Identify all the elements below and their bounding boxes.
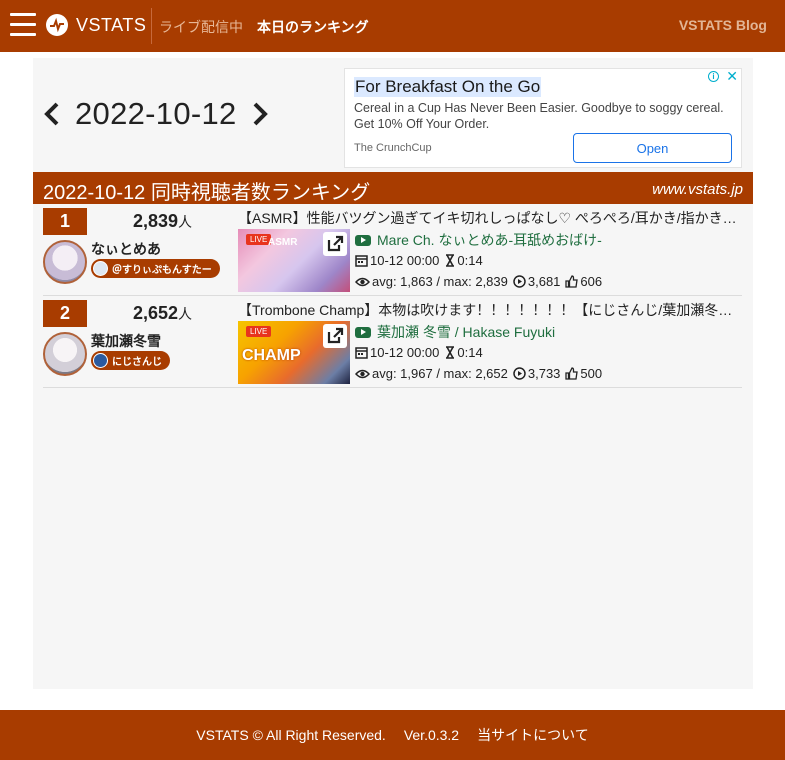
external-link-icon[interactable] — [323, 232, 347, 256]
advertisement[interactable]: For Breakfast On the Go Cereal in a Cup … — [344, 68, 742, 168]
youtube-icon — [355, 234, 371, 246]
like-count: 500 — [580, 366, 603, 381]
nijisanji-logo-icon — [93, 353, 108, 368]
ad-source: The CrunchCup — [354, 142, 432, 154]
view-count: 3,681 — [527, 274, 561, 289]
hourglass-icon — [446, 346, 455, 359]
nav-ranking-link[interactable]: 本日のランキング — [257, 17, 369, 37]
like-count: 606 — [580, 274, 603, 289]
ranking-title: 2022-10-12 同時視聴者数ランキング — [43, 182, 371, 204]
rank-badge: 1 — [43, 208, 87, 235]
ad-body: Cereal in a Cup Has Never Been Easier. G… — [354, 101, 724, 131]
viewer-stats: avg: 1,967 / max: 2,652 — [372, 366, 508, 381]
group-tag-label: ＠すりぃぷもんすたー — [112, 265, 212, 276]
viewer-count-unit: 人 — [178, 306, 193, 322]
play-circle-icon — [513, 367, 526, 380]
ranking-heading: 2022-10-12 同時視聴者数ランキング www.vstats.jp — [33, 172, 753, 204]
stream-time-info: 10-12 00:00 0:14 — [355, 345, 483, 360]
youtube-channel-link[interactable]: 葉加瀬 冬雪 / Hakase Fuyuki — [355, 322, 555, 342]
footer-copyright: VSTATS © All Right Reserved. — [196, 727, 386, 743]
play-circle-icon — [513, 275, 526, 288]
footer-version: Ver.0.3.2 — [403, 727, 460, 743]
stream-date: 10-12 00:00 — [370, 345, 440, 360]
viewer-count: 2,839人 — [133, 211, 192, 232]
hourglass-icon — [446, 254, 455, 267]
chevron-left-icon[interactable] — [43, 101, 61, 127]
ranking-row: 2 2,652人 葉加瀬冬雪 にじさんじ 【Trombone Champ】本物は… — [43, 296, 742, 388]
brand-name[interactable]: VSTATS — [76, 15, 146, 36]
site-url: www.vstats.jp — [652, 181, 743, 198]
live-badge: LIVE — [246, 326, 272, 337]
thumbs-up-icon — [565, 367, 579, 380]
date-navigator: 2022-10-12 — [43, 96, 269, 132]
avatar[interactable] — [43, 332, 87, 376]
ad-title[interactable]: For Breakfast On the Go — [354, 77, 542, 97]
thumbnail-asmr-text: ASMR — [268, 237, 298, 248]
nav-live-link[interactable]: ライブ配信中 — [159, 17, 243, 37]
ad-info-icon[interactable]: i — [708, 71, 719, 82]
stream-duration: 0:14 — [457, 345, 483, 360]
thumbs-up-icon — [565, 275, 579, 288]
chevron-right-icon[interactable] — [251, 101, 269, 127]
current-date: 2022-10-12 — [75, 96, 237, 131]
stream-duration: 0:14 — [457, 253, 483, 268]
nav-blog-link[interactable]: VSTATS Blog — [679, 17, 767, 33]
avatar[interactable] — [43, 240, 87, 284]
hamburger-menu-icon[interactable] — [10, 13, 36, 39]
youtube-channel-link[interactable]: Mare Ch. なぃとめあ-耳舐めおばけ- — [355, 230, 602, 250]
viewer-stats: avg: 1,863 / max: 2,839 — [372, 274, 508, 289]
eye-icon — [355, 277, 370, 286]
calendar-icon — [355, 347, 368, 359]
group-icon — [93, 261, 108, 276]
channel-name[interactable]: なぃとめあ — [91, 239, 161, 259]
calendar-icon — [355, 255, 368, 267]
channel-name[interactable]: 葉加瀬冬雪 — [91, 331, 161, 351]
ad-open-button[interactable]: Open — [573, 133, 732, 163]
stream-title[interactable]: 【ASMR】性能バツグン過ぎてイキ切れしっぱなし♡ ぺろぺろ/耳かき/指かき… — [238, 208, 742, 228]
stream-time-info: 10-12 00:00 0:14 — [355, 253, 483, 268]
footer: VSTATS © All Right Reserved. Ver.0.3.2 当… — [0, 710, 785, 760]
footer-about-link[interactable]: 当サイトについて — [477, 725, 589, 745]
ranking-row: 1 2,839人 なぃとめあ ＠すりぃぷもんすたー 【ASMR】性能バツグン過ぎ… — [43, 204, 742, 296]
viewer-count: 2,652人 — [133, 303, 192, 324]
rank-badge: 2 — [43, 300, 87, 327]
stream-title[interactable]: 【Trombone Champ】本物は吹けます！！！！！！！【にじさんじ/葉加瀬… — [238, 300, 742, 320]
stream-stats: avg: 1,863 / max: 2,839 3,681 606 — [355, 274, 602, 289]
nav-divider — [151, 8, 152, 44]
stream-stats: avg: 1,967 / max: 2,652 3,733 500 — [355, 366, 602, 381]
viewer-count-value: 2,839 — [133, 211, 179, 231]
pulse-logo-icon[interactable] — [46, 14, 68, 36]
youtube-icon — [355, 326, 371, 338]
main-panel: 2022-10-12 For Breakfast On the Go Cerea… — [33, 58, 753, 689]
youtube-channel-name[interactable]: Mare Ch. なぃとめあ-耳舐めおばけ- — [377, 230, 602, 250]
viewer-count-value: 2,652 — [133, 303, 179, 323]
stream-thumbnail[interactable]: LIVE ASMR — [238, 229, 350, 292]
group-tag[interactable]: にじさんじ — [91, 351, 170, 370]
ad-close-icon[interactable]: ✕ — [726, 68, 738, 85]
group-tag[interactable]: ＠すりぃぷもんすたー — [91, 259, 220, 278]
group-tag-label: にじさんじ — [112, 357, 162, 368]
view-count: 3,733 — [527, 366, 561, 381]
eye-icon — [355, 369, 370, 378]
youtube-channel-name[interactable]: 葉加瀬 冬雪 / Hakase Fuyuki — [377, 322, 555, 342]
thumbnail-champ-text: CHAMP — [242, 347, 301, 364]
stream-date: 10-12 00:00 — [370, 253, 440, 268]
stream-thumbnail[interactable]: LIVE CHAMP — [238, 321, 350, 384]
external-link-icon[interactable] — [323, 324, 347, 348]
top-navbar: VSTATS ライブ配信中 本日のランキング VSTATS Blog — [0, 0, 785, 52]
viewer-count-unit: 人 — [178, 214, 193, 230]
